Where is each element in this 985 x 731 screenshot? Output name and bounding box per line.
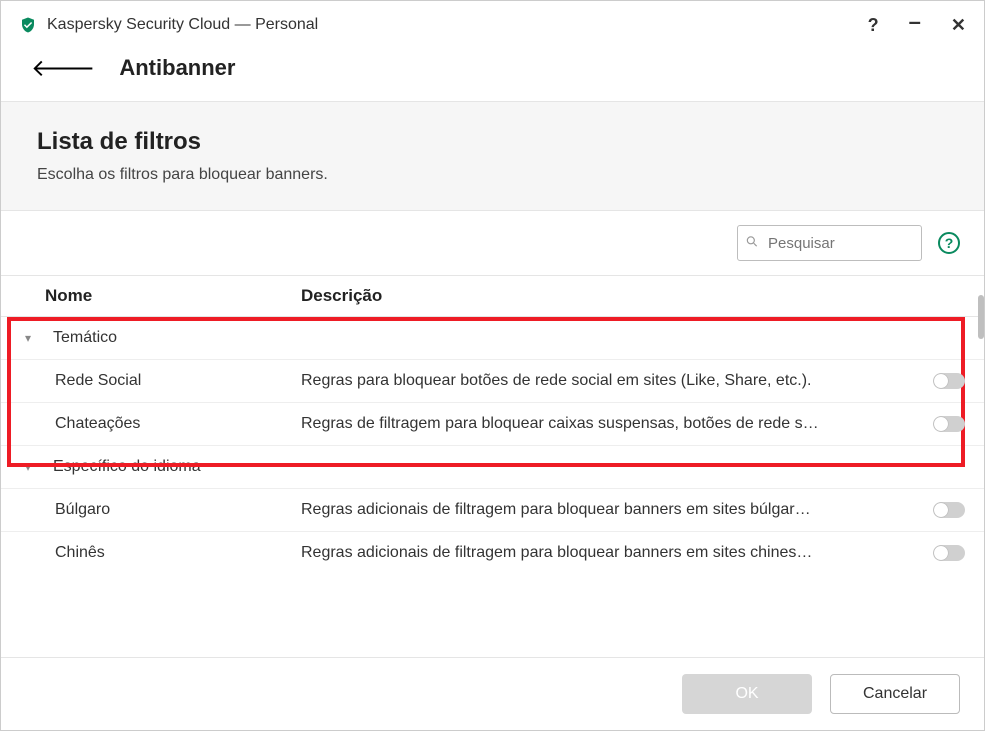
chevron-down-icon: ▾ — [25, 331, 43, 345]
table-body: ▾ Temático Rede Social Regras para bloqu… — [1, 317, 984, 574]
group-language-specific[interactable]: ▾ Específico do idioma — [1, 446, 984, 489]
cancel-button[interactable]: Cancelar — [830, 674, 960, 714]
close-icon[interactable]: ✕ — [951, 15, 966, 36]
group-label: Temático — [53, 329, 117, 347]
toggle-chinese[interactable] — [933, 545, 965, 561]
context-help-icon[interactable]: ? — [938, 232, 960, 254]
back-arrow-icon[interactable]: 🡐 — [31, 53, 95, 83]
row-chinese: Chinês Regras adicionais de filtragem pa… — [1, 532, 984, 574]
dialog-footer: OK Cancelar — [1, 657, 984, 730]
row-description: Regras para bloquear botões de rede soci… — [301, 372, 914, 390]
group-label: Específico do idioma — [53, 458, 201, 476]
row-description: Regras de filtragem para bloquear caixas… — [301, 415, 914, 433]
row-name: Chinês — [1, 544, 301, 562]
toggle-annoyances[interactable] — [933, 416, 965, 432]
toggle-social[interactable] — [933, 373, 965, 389]
navbar: 🡐 Antibanner — [1, 49, 984, 101]
ok-button[interactable]: OK — [682, 674, 812, 714]
row-name: Chateações — [1, 415, 301, 433]
app-window: Kaspersky Security Cloud — Personal ? – … — [0, 0, 985, 731]
table-header: Nome Descrição — [1, 275, 984, 317]
search-input[interactable] — [737, 225, 922, 261]
help-icon[interactable]: ? — [868, 15, 879, 36]
search-field-wrap — [737, 225, 922, 261]
row-description: Regras adicionais de filtragem para bloq… — [301, 501, 914, 519]
group-thematic[interactable]: ▾ Temático — [1, 317, 984, 360]
titlebar: Kaspersky Security Cloud — Personal ? – … — [1, 1, 984, 49]
column-header-description: Descrição — [301, 286, 894, 306]
search-icon — [745, 235, 759, 252]
column-header-name: Nome — [1, 286, 301, 306]
page-description: Escolha os filtros para bloquear banners… — [37, 166, 948, 184]
page-title: Lista de filtros — [37, 128, 948, 156]
scrollbar-thumb[interactable] — [978, 295, 984, 339]
row-name: Rede Social — [1, 372, 301, 390]
row-bulgarian: Búlgaro Regras adicionais de filtragem p… — [1, 489, 984, 532]
row-name: Búlgaro — [1, 501, 301, 519]
app-shield-icon — [19, 16, 37, 34]
minimize-icon[interactable]: – — [909, 9, 921, 35]
row-social-network: Rede Social Regras para bloquear botões … — [1, 360, 984, 403]
window-controls: ? – ✕ — [868, 12, 966, 38]
row-description: Regras adicionais de filtragem para bloq… — [301, 544, 914, 562]
section-title: Antibanner — [119, 55, 235, 81]
subheader: Lista de filtros Escolha os filtros para… — [1, 101, 984, 211]
toggle-bulgarian[interactable] — [933, 502, 965, 518]
row-annoyances: Chateações Regras de filtragem para bloq… — [1, 403, 984, 446]
chevron-down-icon: ▾ — [25, 460, 43, 474]
toolbar: ? — [1, 211, 984, 275]
window-title: Kaspersky Security Cloud — Personal — [47, 16, 868, 34]
content-area: Nome Descrição ▾ Temático Rede Social Re… — [1, 275, 984, 657]
